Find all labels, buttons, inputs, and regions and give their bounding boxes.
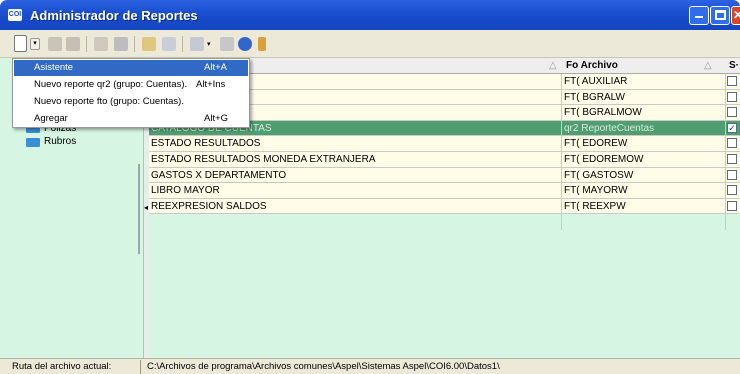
edit-icon[interactable] (48, 37, 62, 51)
row-checkbox[interactable] (727, 91, 737, 102)
table-row[interactable]: LIBRO MAYOR FT( MAYORW (149, 183, 740, 199)
report-name: REEXPRESION SALDOS (151, 200, 267, 212)
status-label: Ruta del archivo actual: (12, 361, 112, 372)
function-icon[interactable] (190, 37, 204, 51)
column-divider (561, 74, 562, 230)
row-checkbox[interactable] (727, 154, 737, 164)
report-file: qr2 ReporteCuentas (564, 122, 655, 134)
sort-icon[interactable]: △ (549, 60, 557, 71)
column-header-file[interactable]: Fo Archivo (566, 60, 618, 71)
row-checkbox[interactable] (727, 200, 737, 211)
minimize-icon (695, 16, 703, 18)
help-icon[interactable] (238, 37, 252, 51)
tree-item-rubros[interactable]: Rubros (44, 136, 76, 147)
menu-item-agregar[interactable]: Agregar Alt+G (14, 111, 248, 127)
close-button[interactable]: ✕ (731, 6, 740, 25)
menu-item-nuevo-qr2[interactable]: Nuevo reporte qr2 (grupo: Cuentas). Alt+… (14, 77, 248, 93)
dropdown-arrow-icon[interactable]: ▾ (30, 38, 40, 50)
bookmark-icon[interactable] (258, 37, 266, 51)
title-bar[interactable]: COI Administrador de Reportes ✕ (0, 0, 740, 30)
row-checkbox[interactable] (727, 138, 737, 149)
column-header-s[interactable]: S· (729, 60, 739, 71)
print-icon[interactable] (114, 37, 128, 51)
minimize-button[interactable] (689, 6, 709, 25)
row-checkbox[interactable] (727, 107, 737, 118)
scroll-thumb[interactable] (138, 164, 140, 254)
close-icon: ✕ (733, 8, 740, 22)
report-file: FT( BGRALMOW (564, 107, 642, 119)
folder-icon (26, 138, 40, 147)
row-checkbox[interactable] (727, 185, 737, 196)
app-icon: COI (8, 9, 22, 21)
toolbar: ▾ ▾ (0, 30, 740, 58)
table-row[interactable]: REEXPRESION SALDOS FT( REEXPW (149, 198, 740, 215)
table-row[interactable]: ESTADO RESULTADOS FT( EDOREW (149, 136, 740, 152)
status-bar: Ruta del archivo actual: C:\Archivos de … (0, 358, 740, 374)
status-path: C:\Archivos de programa\Archivos comunes… (147, 361, 500, 372)
window-icon[interactable] (220, 37, 234, 51)
collapse-arrow-icon[interactable]: ◂ (144, 203, 148, 212)
report-name: LIBRO MAYOR (151, 185, 220, 197)
report-file: FT( EDOREMOW (564, 154, 644, 165)
row-checkbox[interactable] (727, 76, 737, 86)
dropdown-arrow-icon[interactable]: ▾ (207, 40, 214, 48)
report-name: ESTADO RESULTADOS (151, 138, 261, 150)
report-file: FT( BGRALW (564, 91, 625, 103)
export-icon[interactable] (142, 37, 156, 51)
menu-item-asistente[interactable]: Asistente Alt+A (14, 60, 248, 76)
report-file: FT( GASTOSW (564, 169, 634, 181)
toolbar-separator (134, 36, 135, 52)
window-title: Administrador de Reportes (30, 8, 198, 23)
table-row[interactable]: GASTOS X DEPARTAMENTO FT( GASTOSW (149, 167, 740, 184)
report-file: FT( AUXILIAR (564, 76, 628, 87)
maximize-button[interactable] (710, 6, 730, 25)
row-checkbox[interactable] (727, 169, 737, 180)
new-report-menu: Asistente Alt+A Nuevo reporte qr2 (grupo… (12, 58, 250, 128)
feed-icon[interactable] (162, 37, 176, 51)
preview-icon[interactable] (94, 37, 108, 51)
table-row[interactable]: ESTADO RESULTADOS MONEDA EXTRANJERA FT( E… (149, 152, 740, 168)
report-file: FT( MAYORW (564, 185, 628, 197)
delete-icon[interactable] (66, 37, 80, 51)
report-file: FT( REEXPW (564, 200, 626, 212)
report-name: ESTADO RESULTADOS MONEDA EXTRANJERA (151, 154, 376, 165)
status-divider (140, 360, 141, 374)
report-file: FT( EDOREW (564, 138, 628, 150)
toolbar-separator (182, 36, 183, 52)
column-divider (725, 74, 726, 230)
maximize-icon (715, 10, 726, 20)
new-report-icon[interactable] (14, 35, 27, 52)
toolbar-separator (86, 36, 87, 52)
menu-item-nuevo-fto[interactable]: Nuevo reporte fto (grupo: Cuentas). (14, 94, 248, 110)
row-checkbox[interactable]: ✓ (727, 122, 737, 133)
report-name: GASTOS X DEPARTAMENTO (151, 169, 287, 181)
sort-icon[interactable]: △ (704, 60, 712, 71)
